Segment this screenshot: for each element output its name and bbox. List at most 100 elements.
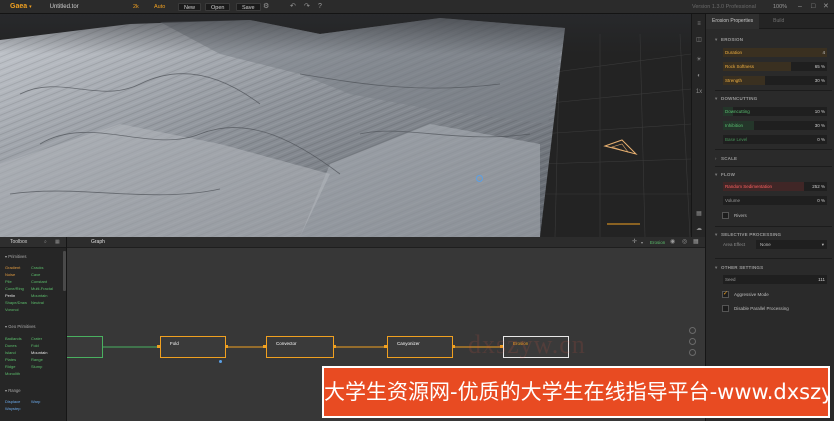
section-other-settings[interactable]: ▾ OTHER SETTINGS [715,265,763,271]
toolbox-item[interactable]: Slump [31,364,42,369]
toolbox-item[interactable]: Crater [31,336,42,341]
disable-parallel-checkbox[interactable] [722,305,729,312]
toolbox-item[interactable]: Noise [5,272,15,277]
toolbox-item[interactable]: Ridge [5,364,15,369]
toolbox-item[interactable]: Gradient [5,265,20,270]
graph-node-convector[interactable]: Convector [266,336,334,358]
volume-slider[interactable]: Volume 0 % [723,196,827,205]
zoom-1x-button[interactable]: 1x [694,88,704,96]
section-erosion[interactable]: ▾ EROSION [715,37,743,43]
graph-tool-icon[interactable] [689,338,696,345]
aggressive-mode-checkbox[interactable]: ✓ [722,291,729,298]
input-port[interactable] [384,345,387,348]
toolbox-item[interactable]: Waystep [5,406,20,411]
toolbox-item[interactable]: Cone/Ring [5,286,24,291]
app-logo[interactable]: Gaea [10,3,27,10]
toolbox-item[interactable]: Mountain [31,293,47,298]
settings-icon[interactable]: ⚙ [263,3,269,11]
area-effect-select[interactable]: None ▾ [756,240,827,249]
minimize-icon[interactable]: – [798,3,802,11]
save-button[interactable]: Save [236,3,261,11]
divider [715,149,832,150]
toolbox-item[interactable]: Range [31,357,43,362]
graph-tool-icon[interactable] [689,327,696,334]
help-icon[interactable]: ? [318,3,322,11]
section-downcutting[interactable]: ▾ DOWNCUTTING [715,96,757,102]
toolbox-item[interactable]: Shape/Draw [5,300,27,305]
section-scale[interactable]: › SCALE [715,156,737,161]
toolbox-item[interactable]: Multi-Fractal [31,286,53,291]
toolbox-item[interactable]: Plates [5,357,16,362]
redo-icon[interactable]: ↷ [304,3,310,11]
graph-node-upstream[interactable] [67,336,103,358]
random-sedimentation-slider[interactable]: Random Sedimentation 252 % [723,182,827,191]
divider [715,226,832,227]
toolbox-title: Toolbox [10,239,28,245]
cloud-icon[interactable]: ☁ [694,225,704,233]
terrain-render [0,14,691,237]
toolbox-item[interactable]: Displace [5,399,20,404]
grid-icon[interactable]: ▦ [694,210,704,218]
duration-slider[interactable]: Duration 4 [723,48,827,57]
sun-icon[interactable]: ☀ [694,56,704,64]
toolbox-item[interactable]: Pile [5,279,12,284]
3d-viewport[interactable] [0,14,691,237]
rivers-checkbox[interactable] [722,212,729,219]
properties-panel: Erosion Properties Build ▾ EROSION Durati… [705,13,834,421]
shading-icon[interactable]: ◐ [694,72,704,80]
close-icon[interactable]: ✕ [823,3,829,11]
range-header[interactable]: ▾ Range [5,388,21,393]
toolbox-item[interactable]: Fold [31,343,39,348]
output-port[interactable] [333,345,336,348]
toolbox-item[interactable]: Neutral [31,300,44,305]
toolbox-item[interactable]: Mountain [31,350,47,355]
tab-erosion-properties[interactable]: Erosion Properties [706,13,760,29]
chevron-down-icon[interactable]: ▾ [29,4,32,10]
toolbox-item[interactable]: Monolith [5,371,20,376]
toolbox-item[interactable]: Cave [31,272,40,277]
new-button[interactable]: New [178,3,202,11]
section-scale-label: SCALE [721,156,738,161]
toolbox-item[interactable]: Constant [31,279,47,284]
strength-slider[interactable]: Strength 30 % [723,76,827,85]
graph-node-fold[interactable]: Fold [160,336,226,358]
toolbox-item[interactable]: Voronoi [5,307,19,312]
primitives-header[interactable]: ▾ Primitives [5,254,26,259]
camera-icon[interactable]: ◫ [694,36,704,44]
toolbox-item[interactable]: Island [5,350,16,355]
toolbox-scrollbar[interactable] [63,251,66,291]
check-icon: ✓ [723,291,729,297]
build-mode-selector[interactable]: Auto [154,3,165,11]
output-port[interactable] [452,345,455,348]
undo-icon[interactable]: ↶ [290,3,296,11]
output-port[interactable] [225,345,228,348]
base-level-slider[interactable]: Base Level 0 % [723,135,827,144]
volume-label: Volume [725,198,741,203]
input-port[interactable] [263,345,266,348]
section-flow[interactable]: ▾ FLOW [715,172,735,178]
graph-tool-icon[interactable] [689,349,696,356]
rock-softness-slider[interactable]: Rock Softness 65 % [723,62,827,71]
resolution-selector[interactable]: 2k [133,3,139,11]
geo-primitives-header[interactable]: ▾ Geo Primitives [5,324,36,329]
layers-icon[interactable]: ≡ [694,20,704,28]
toolbox-item[interactable]: Warp [31,399,40,404]
toolbox-item[interactable]: Dunes [5,343,17,348]
inhibition-slider[interactable]: Inhibition 30 % [723,121,827,130]
zoom-level[interactable]: 100% [773,3,787,11]
tab-build[interactable]: Build [767,14,790,29]
graph-node-canyonizer[interactable]: Canyonizer [387,336,453,358]
toolbox-item[interactable]: Badlands [5,336,22,341]
downcutting-slider[interactable]: Downcutting 10 % [723,107,827,116]
rock-softness-label: Rock Softness [725,64,755,69]
toolbox-item[interactable]: Perlin [5,293,15,298]
search-icon[interactable]: ⌕ [44,237,47,248]
input-port[interactable] [157,345,160,348]
section-selective-processing[interactable]: ▾ SELECTIVE PROCESSING [715,232,781,238]
seed-field[interactable]: Seed 111 [723,275,827,284]
maximize-icon[interactable]: □ [811,3,815,11]
toolbox-item[interactable]: Cracks [31,265,43,270]
mask-port[interactable] [219,360,222,363]
grid-icon[interactable]: ▦ [55,237,60,248]
open-button[interactable]: Open [205,3,231,11]
